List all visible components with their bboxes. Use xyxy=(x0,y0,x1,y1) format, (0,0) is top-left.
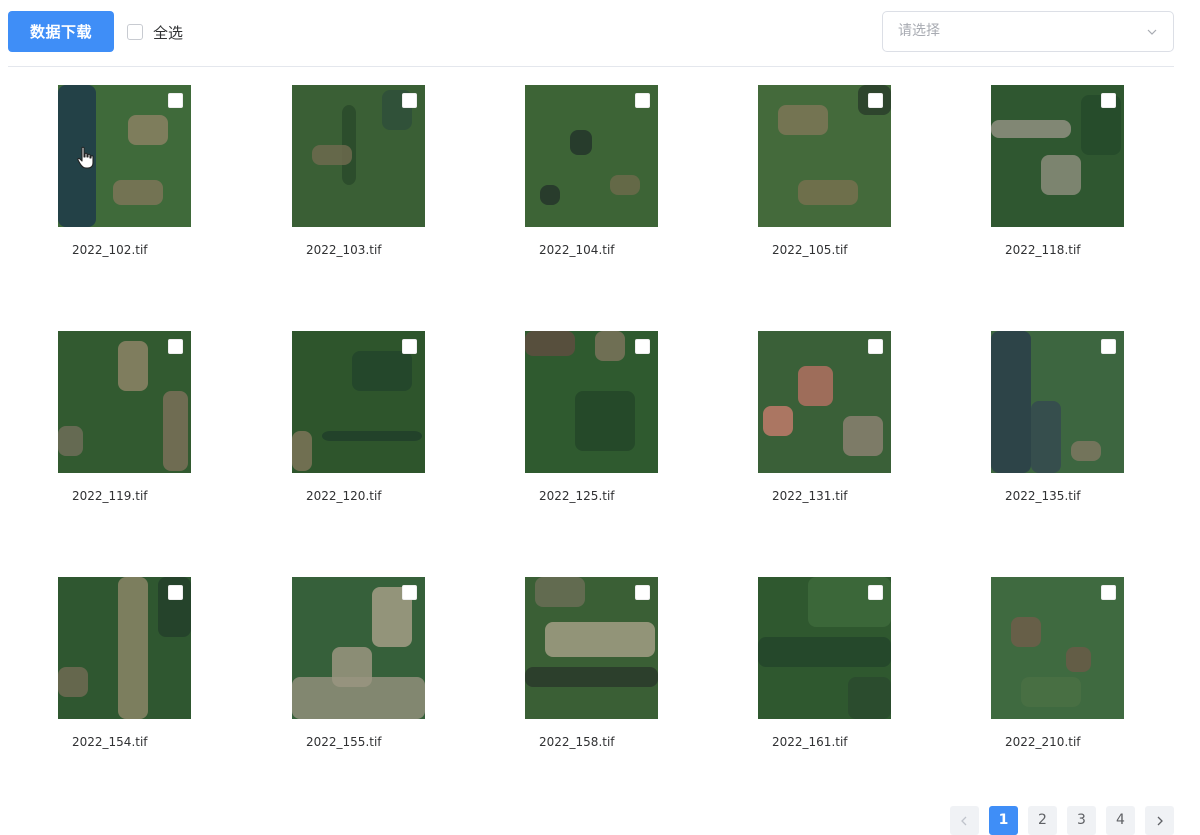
image-tile[interactable] xyxy=(292,331,425,473)
tile-checkbox[interactable] xyxy=(168,585,183,600)
select-all-box[interactable] xyxy=(127,24,143,40)
tile-filename: 2022_161.tif xyxy=(772,735,848,749)
tile-checkbox[interactable] xyxy=(868,585,883,600)
tile-checkbox[interactable] xyxy=(868,339,883,354)
image-tile[interactable] xyxy=(58,577,191,719)
select-placeholder: 请选择 xyxy=(898,23,940,39)
image-tile[interactable] xyxy=(991,85,1124,227)
tile-filename: 2022_103.tif xyxy=(306,243,382,257)
tile-filename: 2022_102.tif xyxy=(72,243,148,257)
image-tile[interactable] xyxy=(525,331,658,473)
image-tile[interactable] xyxy=(58,331,191,473)
tile-checkbox[interactable] xyxy=(635,339,650,354)
image-gallery-page: 数据下载 全选 请选择 2022_102.tif 2022_103.tif 2022… xyxy=(0,0,1200,835)
tile-checkbox[interactable] xyxy=(1101,585,1116,600)
tile-checkbox[interactable] xyxy=(402,585,417,600)
pagination-page[interactable]: 2 xyxy=(1028,806,1057,835)
chevron-right-icon xyxy=(1157,816,1163,826)
image-tile[interactable] xyxy=(991,331,1124,473)
image-tile[interactable] xyxy=(292,85,425,227)
pagination-page[interactable]: 3 xyxy=(1067,806,1096,835)
pagination-prev[interactable] xyxy=(950,806,979,835)
tile-filename: 2022_119.tif xyxy=(72,489,148,503)
image-tile[interactable] xyxy=(292,577,425,719)
tile-checkbox[interactable] xyxy=(402,93,417,108)
tile-checkbox[interactable] xyxy=(1101,93,1116,108)
select-all-checkbox[interactable]: 全选 xyxy=(127,22,183,42)
select-all-label: 全选 xyxy=(153,23,184,42)
tile-checkbox[interactable] xyxy=(168,93,183,108)
image-tile[interactable] xyxy=(525,577,658,719)
image-tile[interactable] xyxy=(758,577,891,719)
image-tile[interactable] xyxy=(758,331,891,473)
tile-checkbox[interactable] xyxy=(402,339,417,354)
tile-checkbox[interactable] xyxy=(168,339,183,354)
chevron-left-icon xyxy=(961,816,967,826)
pagination: 1 2 3 4 xyxy=(950,806,1184,835)
tile-filename: 2022_154.tif xyxy=(72,735,148,749)
image-tile[interactable] xyxy=(525,85,658,227)
tile-filename: 2022_118.tif xyxy=(1005,243,1081,257)
tile-filename: 2022_158.tif xyxy=(539,735,615,749)
tile-filename: 2022_210.tif xyxy=(1005,735,1081,749)
tile-filename: 2022_120.tif xyxy=(306,489,382,503)
pagination-next[interactable] xyxy=(1145,806,1174,835)
chevron-down-icon xyxy=(1147,29,1157,35)
image-tile[interactable] xyxy=(991,577,1124,719)
filter-select[interactable]: 请选择 xyxy=(882,11,1174,52)
tile-checkbox[interactable] xyxy=(1101,339,1116,354)
image-tile[interactable] xyxy=(58,85,191,227)
download-button[interactable]: 数据下载 xyxy=(8,11,114,52)
pagination-page[interactable]: 4 xyxy=(1106,806,1135,835)
tile-filename: 2022_125.tif xyxy=(539,489,615,503)
tile-checkbox[interactable] xyxy=(635,585,650,600)
pagination-page[interactable]: 1 xyxy=(989,806,1018,835)
tile-filename: 2022_104.tif xyxy=(539,243,615,257)
tile-filename: 2022_155.tif xyxy=(306,735,382,749)
tile-checkbox[interactable] xyxy=(868,93,883,108)
tile-filename: 2022_131.tif xyxy=(772,489,848,503)
divider xyxy=(8,66,1174,67)
tile-filename: 2022_105.tif xyxy=(772,243,848,257)
tile-checkbox[interactable] xyxy=(635,93,650,108)
tile-filename: 2022_135.tif xyxy=(1005,489,1081,503)
toolbar: 数据下载 全选 请选择 xyxy=(8,11,1174,53)
image-tile[interactable] xyxy=(758,85,891,227)
